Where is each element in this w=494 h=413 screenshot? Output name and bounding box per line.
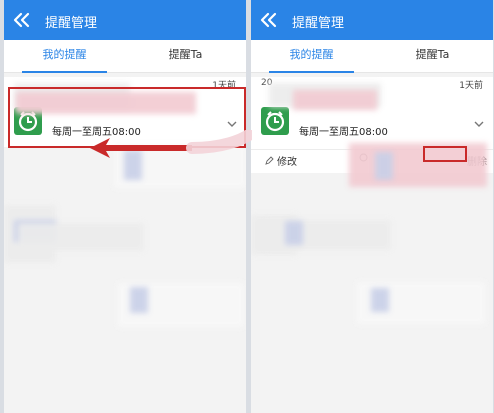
- page-title: 提醒管理: [292, 16, 345, 31]
- reminder-schedule: 每周一至周五08:00: [52, 127, 141, 138]
- reminder-schedule: 每周一至周五08:00: [299, 127, 388, 138]
- screenshot-canvas: 提醒管理 我的提醒 提醒Ta 1天前 每周一至周五08:00 提醒管理 我的提醒…: [0, 0, 494, 413]
- top-bar: 提醒管理: [4, 0, 246, 40]
- right-screen: 提醒管理 我的提醒 提醒Ta 20 1天前 每周一至周五08:00 修改: [251, 0, 493, 413]
- left-screen: 提醒管理 我的提醒 提醒Ta 1天前 每周一至周五08:00: [4, 0, 246, 413]
- tab-label-remind-ta: 提醒Ta: [168, 48, 203, 61]
- tab-label-remind-ta: 提醒Ta: [415, 48, 450, 61]
- redaction-blur: [371, 288, 389, 312]
- tab-my-reminders[interactable]: 我的提醒: [4, 40, 125, 73]
- time-ago: 1天前: [459, 81, 483, 91]
- edit-icon: [265, 156, 274, 165]
- time-ago: 1天前: [212, 81, 236, 91]
- chevron-down-icon[interactable]: [474, 119, 484, 129]
- tab-label-my-reminders: 我的提醒: [289, 48, 334, 61]
- redaction-blur: [285, 221, 303, 245]
- redaction-blur: [124, 150, 142, 180]
- tab-remind-ta[interactable]: 提醒Ta: [125, 40, 246, 72]
- page-title: 提醒管理: [45, 16, 98, 31]
- redaction-blur: [349, 143, 487, 187]
- back-icon[interactable]: [12, 11, 32, 29]
- tab-label-my-reminders: 我的提醒: [42, 48, 87, 61]
- redaction-blur: [265, 220, 391, 250]
- tab-bar: 我的提醒 提醒Ta: [4, 40, 246, 73]
- tab-bar: 我的提醒 提醒Ta: [251, 40, 493, 73]
- edit-label: 修改: [277, 157, 297, 168]
- edit-button[interactable]: 修改: [265, 153, 297, 168]
- tab-my-reminders[interactable]: 我的提醒: [251, 40, 372, 73]
- redaction-blur: [130, 287, 148, 313]
- back-icon[interactable]: [259, 11, 279, 29]
- redaction-blur: [16, 92, 196, 114]
- redaction-blur: [375, 152, 393, 180]
- tab-remind-ta[interactable]: 提醒Ta: [372, 40, 493, 72]
- alarm-clock-icon: [261, 107, 289, 135]
- redaction-blur: [293, 90, 377, 110]
- top-bar: 提醒管理: [251, 0, 493, 40]
- chevron-down-icon[interactable]: [227, 119, 237, 129]
- redaction-blur: [18, 223, 144, 251]
